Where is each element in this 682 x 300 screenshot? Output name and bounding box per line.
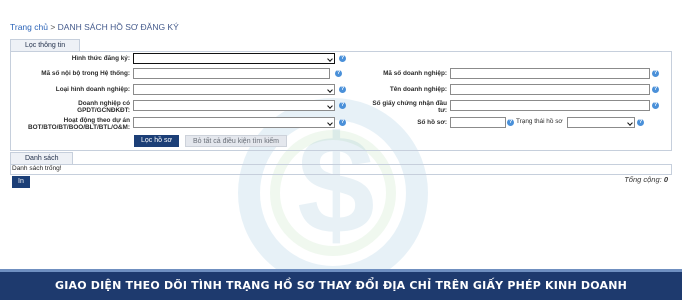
ten-dn-input[interactable] [450,84,650,95]
ma-so-noi-bo-input[interactable] [133,68,330,79]
label-dn-co-gpdt-line1: Doanh nghiệp có [78,100,130,107]
label-dn-co-gpdt: Doanh nghiệp có GPDT/GCNĐKĐT: [10,100,130,114]
help-icon-so-ho-so[interactable]: ? [507,119,514,126]
label-hoat-dong-line2: BOT/BTO/BT/BOO/BLT/BTL/O&M: [28,124,130,131]
label-ten-dn: Tên doanh nghiệp: [389,86,447,93]
breadcrumb: Trang chủ > DANH SÁCH HỒ SƠ ĐĂNG KÝ [10,22,179,32]
label-ma-so-noi-bo: Mã số nội bộ trong Hệ thống: [41,70,130,77]
breadcrumb-separator: > [47,22,58,32]
caption-banner: GIAO DIỆN THEO DÕI TÌNH TRẠNG HỒ SƠ THAY… [0,269,682,300]
list-empty-text: Danh sách trống! [12,165,62,172]
label-dn-co-gpdt-line2: GPDT/GCNĐKĐT: [77,107,130,114]
filter-search-button[interactable]: Lọc hồ sơ [134,135,180,147]
trang-thai-select[interactable] [567,117,635,128]
loai-hinh-select[interactable] [133,84,335,95]
help-icon-ma-so-noi-bo[interactable]: ? [335,70,342,77]
label-so-giay-line2: tư: [438,107,447,114]
total-label: Tổng cộng: [624,175,662,184]
label-ma-so-dn: Mã số doanh nghiệp: [383,70,447,77]
ma-so-dn-input[interactable] [450,68,650,79]
total-value: 0 [663,175,668,184]
label-hoat-dong: Hoạt động theo dự án BOT/BTO/BT/BOO/BLT/… [10,117,130,131]
dn-co-gpdt-select[interactable] [133,100,335,111]
label-trang-thai: Trạng thái hồ sơ [516,118,563,125]
breadcrumb-current: DANH SÁCH HỒ SƠ ĐĂNG KÝ [57,22,179,32]
label-hinh-thuc: Hình thức đăng ký: [71,55,130,62]
help-icon-hinh-thuc[interactable]: ? [339,55,346,62]
hoat-dong-select[interactable] [133,117,335,128]
hinh-thuc-select[interactable] [133,53,335,64]
help-icon-ten-dn[interactable]: ? [652,86,659,93]
clear-filters-button[interactable]: Bỏ tất cả điều kiện tìm kiếm [185,135,287,147]
label-so-giay-line1: Số giấy chứng nhận đầu [372,100,447,107]
so-giay-input[interactable] [450,100,650,111]
label-hoat-dong-line1: Hoạt động theo dự án [63,117,130,124]
print-button[interactable]: In [12,176,30,188]
help-icon-so-giay[interactable]: ? [652,102,659,109]
breadcrumb-home-link[interactable]: Trang chủ [10,22,48,32]
total-count: Tổng cộng: 0 [624,175,668,184]
help-icon-ma-so-dn[interactable]: ? [652,70,659,77]
label-so-ho-so: Số hồ sơ: [417,119,447,126]
so-ho-so-input[interactable] [450,117,506,128]
label-loai-hinh: Loại hình doanh nghiệp: [55,86,130,93]
list-panel [10,164,672,175]
label-so-giay: Số giấy chứng nhận đầu tư: [345,100,447,114]
help-icon-trang-thai[interactable]: ? [637,119,644,126]
